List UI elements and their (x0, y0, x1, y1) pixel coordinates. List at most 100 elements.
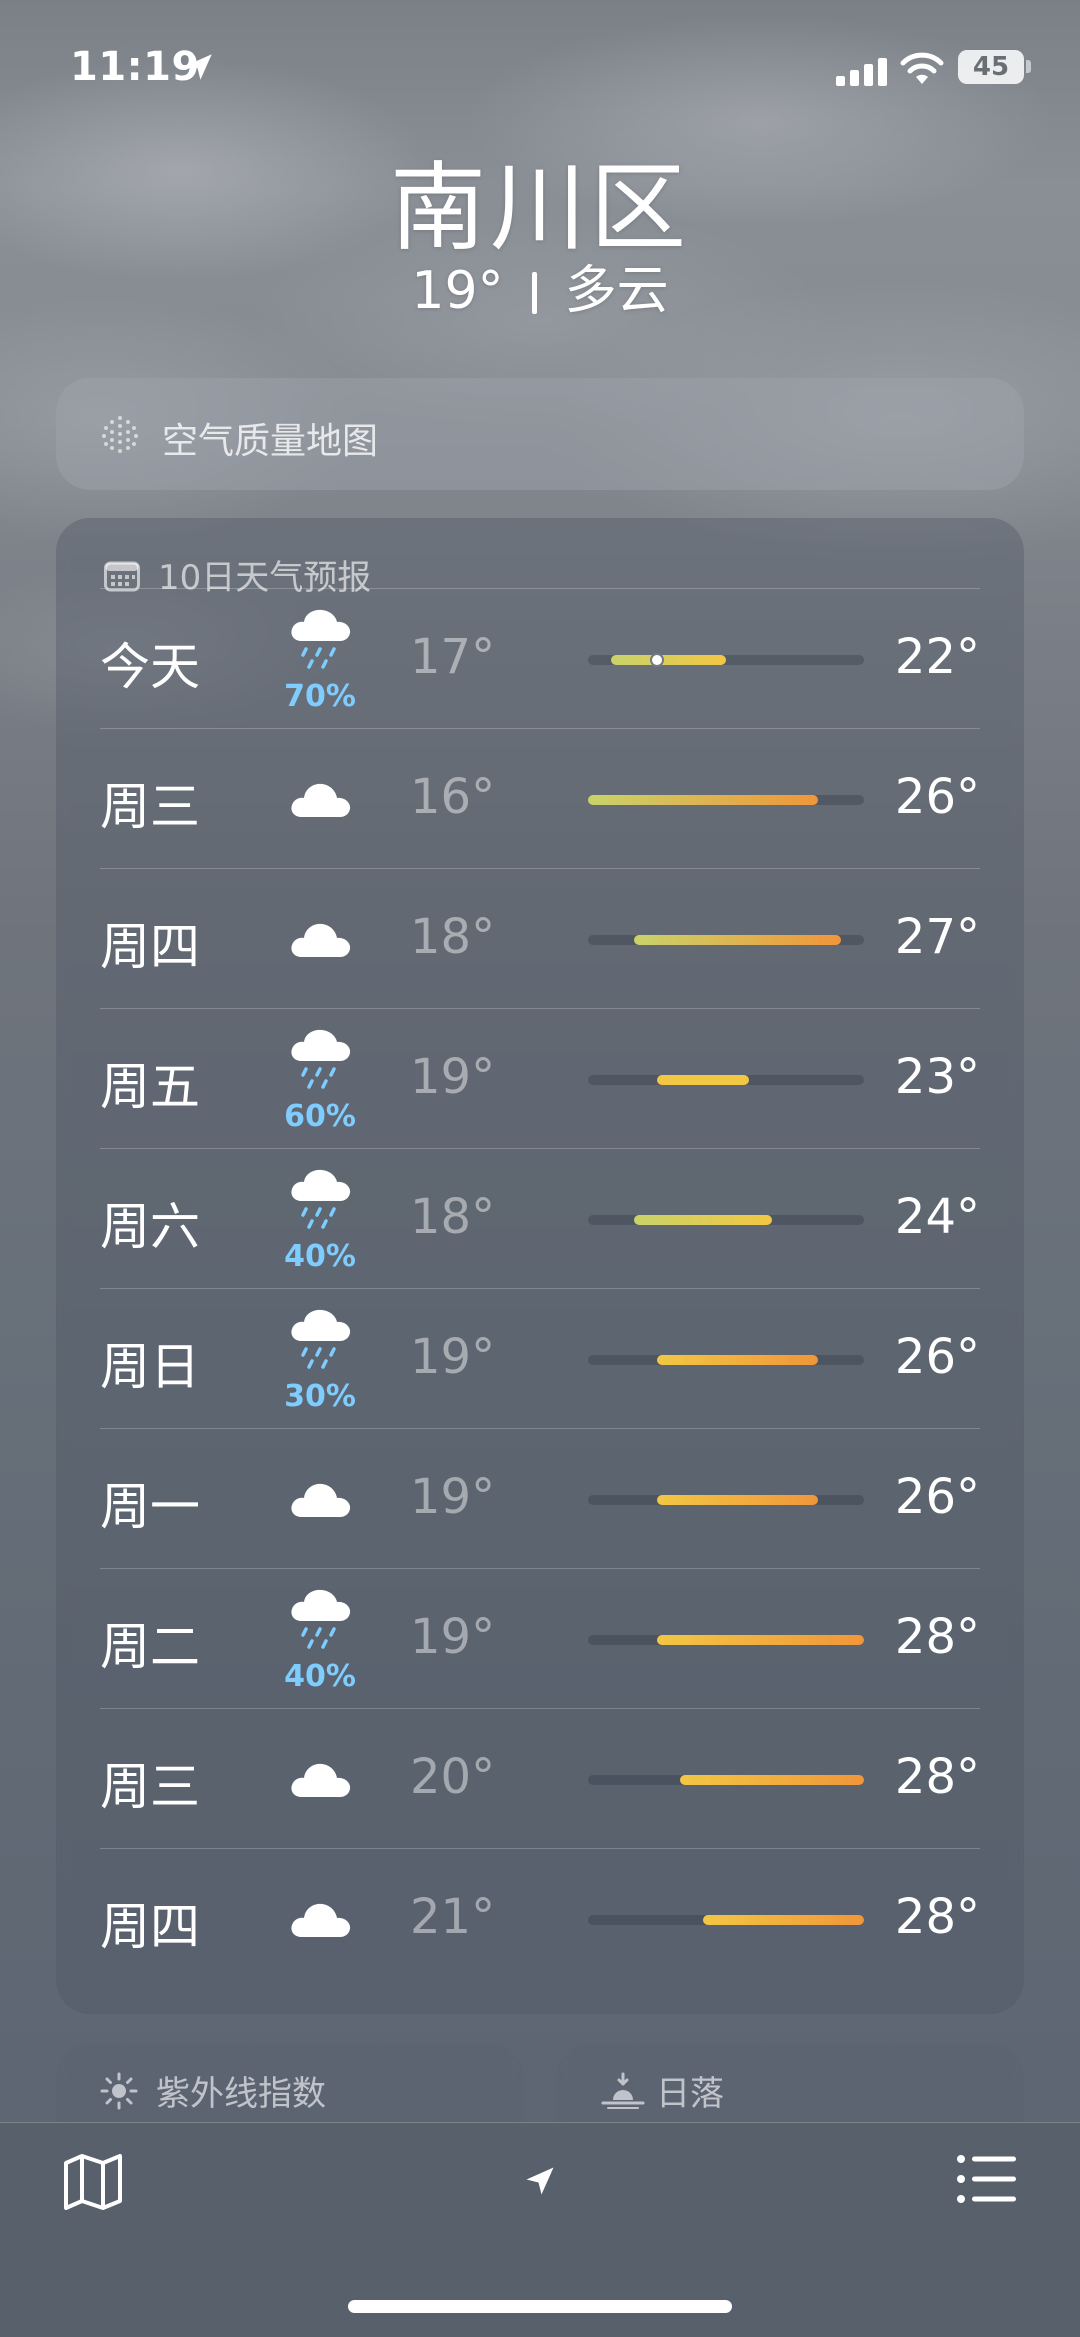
sun-icon (100, 2072, 138, 2110)
weather-icon-wrap (260, 1709, 380, 1849)
temp-range-fill (657, 1075, 749, 1085)
weather-icon-wrap: 40% (260, 1569, 380, 1709)
temp-range-fill (657, 1495, 818, 1505)
forecast-day: 周三 (100, 1758, 200, 1816)
forecast-row[interactable]: 周四 21° 28° (100, 1848, 980, 1988)
high-temp: 28° (894, 1889, 980, 1945)
separator (531, 272, 537, 314)
temp-range-bar (588, 935, 864, 945)
forecast-day: 周日 (100, 1338, 200, 1396)
high-temp: 28° (894, 1609, 980, 1665)
forecast-day: 周六 (100, 1198, 200, 1256)
temp-range-fill (657, 1355, 818, 1365)
status-bar: 11:19 45 (0, 44, 1080, 94)
high-temp: 23° (894, 1049, 980, 1105)
high-temp: 26° (894, 1469, 980, 1525)
current-summary: 19° 多云 (0, 248, 1080, 323)
forecast-row[interactable]: 周三 20° 28° (100, 1708, 980, 1848)
cloud-icon (291, 783, 351, 817)
map-icon[interactable] (62, 2153, 124, 2211)
temp-range-bar (588, 1355, 864, 1365)
precip-chance: 70% (284, 679, 356, 714)
forecast-row[interactable]: 今天 70% 17° 22° (100, 588, 980, 728)
cloud-rain-icon (291, 609, 351, 669)
sunset-label: 日落 (656, 2074, 724, 2114)
low-temp: 19° (410, 1329, 496, 1385)
cloud-icon (291, 1903, 351, 1937)
temp-range-fill (588, 795, 818, 805)
forecast-day: 周一 (100, 1478, 200, 1536)
precip-chance: 60% (284, 1099, 356, 1134)
weather-icon-wrap (260, 729, 380, 869)
low-temp: 18° (410, 909, 496, 965)
ten-day-forecast-card[interactable]: 10日天气预报 今天 70% 17° 22° 周三 16° 26° 周四 18° 27° 周五 60%… (56, 518, 1024, 2014)
air-quality-label: 空气质量地图 (162, 421, 379, 462)
high-temp: 24° (894, 1189, 980, 1245)
cloud-icon (291, 1763, 351, 1797)
weather-icon-wrap (260, 1849, 380, 1989)
sunset-icon (601, 2072, 645, 2109)
forecast-row[interactable]: 周六 40% 18° 24° (100, 1148, 980, 1288)
forecast-row[interactable]: 周二 40% 19° 28° (100, 1568, 980, 1708)
forecast-row[interactable]: 周五 60% 19° 23° (100, 1008, 980, 1148)
cloud-icon (291, 1483, 351, 1517)
status-time: 11:19 (70, 44, 200, 90)
temp-range-bar (588, 1075, 864, 1085)
current-condition: 多云 (564, 261, 669, 321)
low-temp: 19° (410, 1049, 496, 1105)
temp-range-bar (588, 795, 864, 805)
temp-range-bar (588, 653, 864, 667)
forecast-row[interactable]: 周四 18° 27° (100, 868, 980, 1008)
weather-icon-wrap: 30% (260, 1289, 380, 1429)
current-temp-marker (650, 653, 664, 667)
temp-range-bar (588, 1215, 864, 1225)
temp-range-bar (588, 1635, 864, 1645)
precip-chance: 40% (284, 1659, 356, 1694)
uv-index-label: 紫外线指数 (156, 2074, 326, 2114)
temp-range-fill (657, 1635, 864, 1645)
temp-range-fill (611, 655, 726, 665)
list-icon[interactable] (956, 2153, 1018, 2205)
precip-chance: 30% (284, 1379, 356, 1414)
low-temp: 19° (410, 1469, 496, 1525)
cellular-signal-icon (836, 58, 887, 86)
forecast-day: 周二 (100, 1618, 200, 1676)
home-indicator (348, 2300, 732, 2313)
location-arrow-icon (186, 54, 212, 80)
air-quality-dots-icon (102, 416, 138, 453)
high-temp: 26° (894, 1329, 980, 1385)
weather-icon-wrap: 70% (260, 589, 380, 729)
temp-range-fill (680, 1775, 864, 1785)
forecast-day: 周四 (100, 1898, 200, 1956)
temp-range-bar (588, 1775, 864, 1785)
weather-icon-wrap: 60% (260, 1009, 380, 1149)
wifi-icon (900, 52, 944, 84)
temp-range-bar (588, 1495, 864, 1505)
precip-chance: 40% (284, 1239, 356, 1274)
forecast-row[interactable]: 周一 19° 26° (100, 1428, 980, 1568)
cloud-icon (291, 923, 351, 957)
forecast-day: 周三 (100, 778, 200, 836)
high-temp: 26° (894, 769, 980, 825)
forecast-row[interactable]: 周三 16° 26° (100, 728, 980, 868)
weather-icon-wrap (260, 1429, 380, 1569)
cloud-rain-icon (291, 1169, 351, 1229)
temp-range-fill (634, 935, 841, 945)
battery-icon: 45 (958, 50, 1024, 84)
forecast-row[interactable]: 周日 30% 19° 26° (100, 1288, 980, 1428)
high-temp: 27° (894, 909, 980, 965)
high-temp: 28° (894, 1749, 980, 1805)
location-arrow-icon[interactable] (522, 2163, 558, 2199)
low-temp: 17° (410, 629, 496, 685)
low-temp: 20° (410, 1749, 496, 1805)
air-quality-map-card[interactable]: 空气质量地图 (56, 378, 1024, 490)
low-temp: 21° (410, 1889, 496, 1945)
temp-range-fill (634, 1215, 772, 1225)
low-temp: 18° (410, 1189, 496, 1245)
temp-range-fill (703, 1915, 864, 1925)
forecast-day: 周四 (100, 918, 200, 976)
weather-icon-wrap: 40% (260, 1149, 380, 1289)
cloud-rain-icon (291, 1589, 351, 1649)
forecast-day: 周五 (100, 1058, 200, 1116)
current-temperature: 19° (411, 261, 504, 321)
